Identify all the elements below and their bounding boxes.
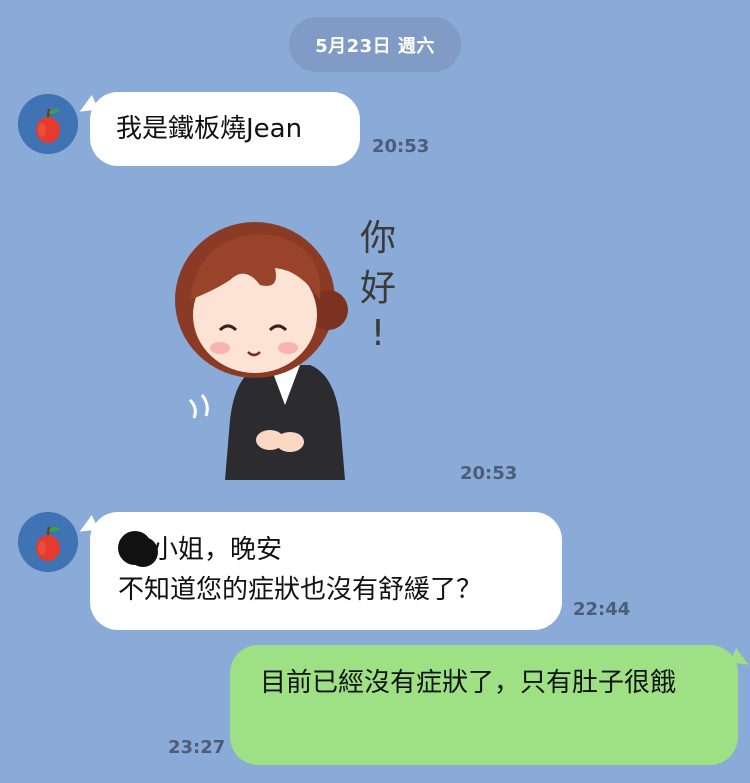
svg-text:好: 好 [360,268,396,309]
date-separator-label: 5月23日 週六 [315,35,435,57]
sender-avatar-apple-icon[interactable] [18,512,78,572]
greeting-girl-sticker-icon: 你 好 ! [175,218,396,480]
svg-text:你: 你 [360,218,396,259]
message-time: 23:27 [168,737,226,758]
message-bubble[interactable]: 我是鐵板燒Jean [90,92,360,166]
sticker-message[interactable]: 你 好 ! [160,190,420,490]
sender-avatar-apple-icon[interactable] [18,94,78,154]
svg-text:!: ! [371,313,385,354]
message-time: 20:53 [460,463,518,484]
apple-icon [18,94,78,154]
message-line-1: 小姐，晚安 [152,535,283,565]
message-text: 目前已經沒有症狀了，只有肚子很餓 [260,668,677,698]
outgoing-message-bubble[interactable]: 目前已經沒有症狀了，只有肚子很餓 [230,645,738,765]
message-time: 22:44 [573,599,631,620]
message-text-line-1: 小姐，晚安 [118,530,534,570]
message-time: 20:53 [372,136,430,157]
chat-window: 5月23日 週六 我是鐵板燒Jean 20:53 你 好 ! 20:53 小姐，… [0,0,750,783]
message-text: 我是鐵板燒Jean [116,114,303,144]
date-separator: 5月23日 週六 [289,17,461,72]
message-line-2: 不知道您的症狀也沒有舒緩了？ [118,575,483,605]
apple-icon [18,512,78,572]
message-bubble[interactable]: 小姐，晚安 不知道您的症狀也沒有舒緩了？ [90,512,562,630]
redaction-mark [118,530,152,565]
